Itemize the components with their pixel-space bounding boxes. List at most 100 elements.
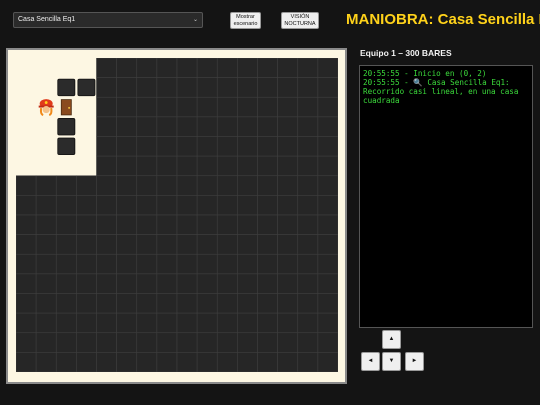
fog-cell xyxy=(297,352,319,372)
fog-cell xyxy=(216,273,238,294)
fog-cell xyxy=(317,116,338,137)
fog-cell xyxy=(96,77,117,98)
fog-cell xyxy=(317,136,338,157)
move-up-button[interactable]: ▲ xyxy=(382,330,401,349)
fog-cell xyxy=(216,312,238,334)
fog-cell xyxy=(176,253,198,275)
fog-cell xyxy=(136,293,158,314)
fog-cell xyxy=(277,116,299,137)
move-left-button[interactable]: ◄ xyxy=(361,352,380,371)
fog-cell xyxy=(55,175,77,196)
fog-cell xyxy=(216,195,238,216)
fog-cell xyxy=(317,214,338,235)
fog-cell xyxy=(116,155,138,177)
fog-cell xyxy=(156,293,178,314)
fog-cell xyxy=(76,253,97,275)
fog-cell xyxy=(156,214,178,235)
fog-cell xyxy=(216,96,238,118)
fog-cell xyxy=(156,77,178,98)
night-vision-button[interactable]: VISIÓN NOCTURNA xyxy=(281,12,319,29)
fog-cell xyxy=(176,312,198,334)
fog-cell xyxy=(277,155,299,177)
wall-block xyxy=(57,78,76,97)
revealed-cell xyxy=(16,136,37,157)
fog-cell xyxy=(35,214,57,235)
fog-cell xyxy=(35,312,57,334)
board-grid[interactable] xyxy=(16,58,338,372)
fog-cell xyxy=(96,312,117,334)
fog-cell xyxy=(136,136,158,157)
fog-cell xyxy=(116,293,138,314)
revealed-cell xyxy=(16,97,37,117)
fog-cell xyxy=(76,293,97,314)
fog-cell xyxy=(277,332,299,353)
fog-cell xyxy=(16,312,37,334)
fog-cell xyxy=(216,136,238,157)
fog-cell xyxy=(196,293,218,314)
revealed-cell xyxy=(76,116,97,137)
fog-cell xyxy=(196,273,218,294)
fog-cell xyxy=(76,175,97,196)
fog-cell xyxy=(96,352,117,372)
fog-cell xyxy=(116,332,138,353)
fog-cell xyxy=(237,77,258,98)
fog-cell xyxy=(156,195,178,216)
fog-cell xyxy=(176,195,198,216)
fog-cell xyxy=(96,332,117,353)
fog-cell xyxy=(76,352,97,372)
revealed-cell xyxy=(76,97,97,117)
show-scene-button[interactable]: Mostrar escenario xyxy=(230,12,261,29)
fog-cell xyxy=(216,58,238,78)
fog-cell xyxy=(196,116,218,137)
fog-cell xyxy=(96,58,117,78)
fog-cell xyxy=(35,332,57,353)
fog-cell xyxy=(136,253,158,275)
revealed-cell xyxy=(36,156,57,176)
revealed-cell xyxy=(16,77,37,98)
fog-cell xyxy=(297,155,319,177)
fog-cell xyxy=(156,352,178,372)
move-right-button[interactable]: ► xyxy=(405,352,424,371)
fog-cell xyxy=(116,116,138,137)
fog-cell xyxy=(237,175,258,196)
fog-cell xyxy=(176,155,198,177)
fog-cell xyxy=(176,58,198,78)
fog-cell xyxy=(257,96,278,118)
fog-cell xyxy=(257,214,278,235)
fog-cell xyxy=(96,214,117,235)
fog-cell xyxy=(277,234,299,255)
fog-cell xyxy=(277,312,299,334)
fog-cell xyxy=(196,195,218,216)
fog-cell xyxy=(55,195,77,216)
scenario-select[interactable]: Casa Sencilla Eq1 ⌄ xyxy=(13,12,203,28)
wall-block xyxy=(57,137,76,156)
fog-cell xyxy=(277,136,299,157)
fog-cell xyxy=(257,332,278,353)
fog-cell xyxy=(317,155,338,177)
fog-cell xyxy=(16,293,37,314)
fog-cell xyxy=(96,195,117,216)
fog-cell xyxy=(317,273,338,294)
fog-cell xyxy=(196,312,218,334)
fog-cell xyxy=(156,136,178,157)
fog-cell xyxy=(76,234,97,255)
fog-cell xyxy=(136,332,158,353)
fog-cell xyxy=(136,273,158,294)
revealed-cell xyxy=(76,156,97,176)
fog-cell xyxy=(96,155,117,177)
fog-cell xyxy=(257,234,278,255)
fog-cell xyxy=(317,312,338,334)
fog-cell xyxy=(317,332,338,353)
fog-cell xyxy=(216,214,238,235)
fog-cell xyxy=(257,253,278,275)
revealed-cell xyxy=(16,116,37,137)
fog-cell xyxy=(176,234,198,255)
fog-cell xyxy=(96,175,117,196)
fog-cell xyxy=(156,155,178,177)
fog-cell xyxy=(16,195,37,216)
fog-cell xyxy=(196,58,218,78)
fog-cell xyxy=(216,253,238,275)
fog-cell xyxy=(257,312,278,334)
team-label: Equipo 1 – 300 BARES xyxy=(360,48,452,58)
move-down-button[interactable]: ▼ xyxy=(382,352,401,371)
